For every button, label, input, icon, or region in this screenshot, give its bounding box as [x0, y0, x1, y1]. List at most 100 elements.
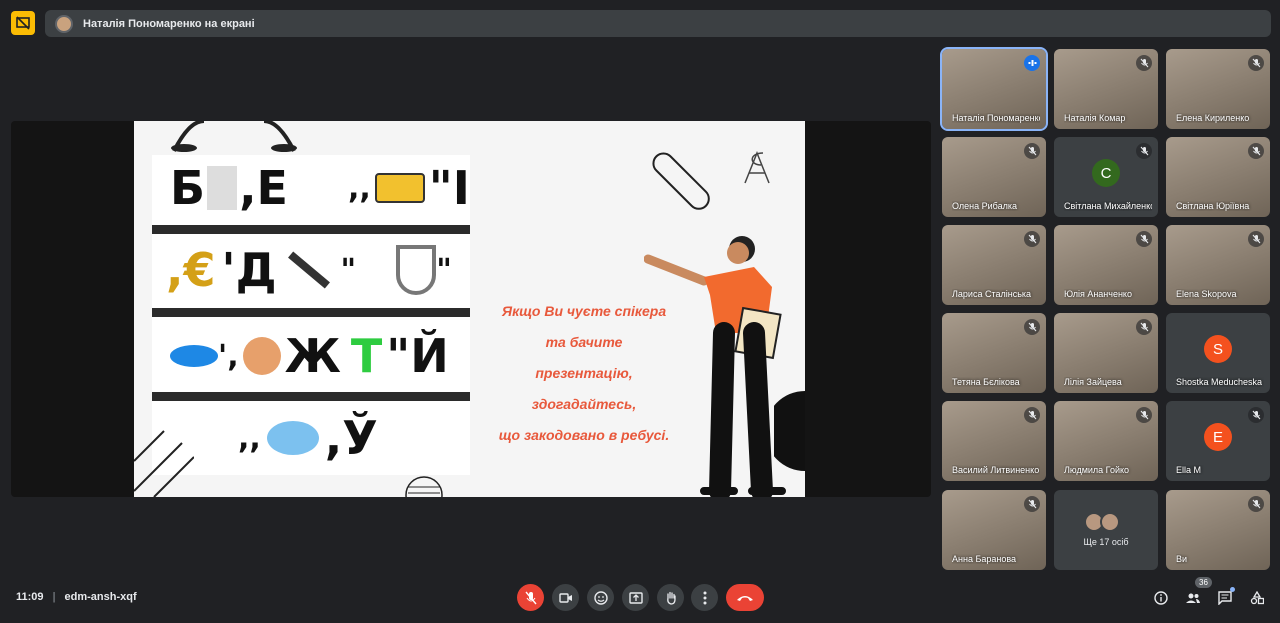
camera-button[interactable] — [552, 584, 579, 611]
participant-tile[interactable]: Наталія Комар — [1054, 49, 1158, 129]
rebus-symbol: ,€ — [166, 243, 216, 297]
rebus-row: ,€ 'Д " " — [152, 237, 470, 303]
avatar — [1100, 512, 1120, 532]
presentation-icon[interactable] — [11, 11, 35, 35]
participant-initial-avatar: E — [1204, 423, 1232, 451]
rebus-letter: Ж — [284, 329, 341, 383]
more-vert-icon — [703, 591, 706, 604]
stripes-decoration — [134, 430, 194, 497]
half-circle-decoration — [774, 391, 805, 471]
mic-off-icon — [524, 591, 537, 604]
present-now-button[interactable] — [622, 584, 649, 611]
reactions-button[interactable] — [587, 584, 614, 611]
more-options-button[interactable] — [691, 584, 718, 611]
participant-tile[interactable]: Анна Баранова — [942, 490, 1046, 570]
participant-tile[interactable]: Лариса Сталінська — [942, 225, 1046, 305]
rebus-puzzle: Б ,Е ,, "І ,€ 'Д " " ' , Ж Т "Й ,, ,Ў — [152, 155, 470, 475]
participant-initial-avatar: С — [1092, 159, 1120, 187]
themis-image — [207, 166, 238, 210]
participant-name: Елена Кириленко — [1176, 113, 1250, 123]
people-icon — [1186, 593, 1200, 603]
mic-muted-icon — [1248, 231, 1264, 247]
participant-tile[interactable]: Василий Литвиненко — [942, 401, 1046, 481]
presenting-text: Наталія Пономаренко на екрані — [83, 17, 255, 30]
more-participants-label: Ще 17 осіб — [1083, 537, 1129, 547]
rebus-separator — [152, 308, 470, 317]
mic-muted-icon — [1024, 496, 1040, 512]
participant-name: Анна Баранова — [952, 554, 1017, 564]
bus-image — [374, 173, 425, 203]
camera-icon — [558, 592, 572, 603]
mic-muted-icon — [1024, 231, 1040, 247]
anchor-image — [396, 245, 437, 295]
rebus-symbol: ,, — [238, 420, 261, 456]
participant-tile[interactable]: Юлія Ананченко — [1054, 225, 1158, 305]
participant-name: Олена Рибалка — [952, 201, 1018, 211]
participant-initial-avatar: S — [1204, 335, 1232, 363]
participant-tile[interactable]: E Ella M — [1166, 401, 1270, 481]
mic-muted-icon — [1248, 407, 1264, 423]
participant-tile[interactable]: Олена Рибалка — [942, 137, 1046, 217]
participant-name: Shostka Meducheska — [1176, 377, 1263, 387]
bottom-bar: 11:09 | edm-ansh-xqf 36 — [0, 575, 1280, 623]
rebus-row: ,, ,Ў — [152, 405, 470, 471]
mic-muted-icon — [1024, 407, 1040, 423]
rebus-letter: 'Д — [221, 243, 277, 297]
participant-tile[interactable]: Ви — [1166, 490, 1270, 570]
participant-tile[interactable]: Світлана Юріївна — [1166, 137, 1270, 217]
raise-hand-button[interactable] — [657, 584, 684, 611]
leave-call-button[interactable] — [726, 584, 764, 611]
participant-name: Людмила Гойко — [1064, 465, 1130, 475]
rebus-symbol: " — [436, 252, 452, 288]
participant-tile[interactable]: Ще 17 осіб — [1054, 490, 1158, 570]
meeting-code: edm-ansh-xqf — [64, 591, 137, 603]
rebus-separator — [152, 392, 470, 401]
participant-name: Elena Skopova — [1176, 289, 1237, 299]
participant-tile[interactable]: Елена Кириленко — [1166, 49, 1270, 129]
participant-tile[interactable]: Наталія Пономаренко — [940, 47, 1048, 131]
mic-muted-icon — [1136, 231, 1152, 247]
mic-muted-icon — [1136, 319, 1152, 335]
participant-grid: Наталія Пономаренко Наталія Комар Елена Ки… — [940, 47, 1272, 572]
participant-tile[interactable]: С Світлана Михайленко — [1054, 137, 1158, 217]
rebus-row: Б ,Е ,, "І — [152, 155, 470, 221]
chat-button[interactable] — [1215, 587, 1235, 608]
meeting-info[interactable]: 11:09 | edm-ansh-xqf — [16, 591, 137, 603]
participant-name: Лариса Сталінська — [952, 289, 1032, 299]
participant-tile[interactable]: Лілія Зайцева — [1054, 313, 1158, 393]
participant-name: Світлана Юріївна — [1176, 201, 1250, 211]
rebus-letter: ,Е — [239, 161, 288, 215]
mic-muted-icon — [1024, 319, 1040, 335]
participant-name: Юлія Ананченко — [1064, 289, 1132, 299]
participant-name: Тетяна Бєлікова — [952, 377, 1020, 387]
participant-name: Наталія Пономаренко — [952, 113, 1040, 123]
presentation-stage: Б ,Е ,, "І ,€ 'Д " " ' , Ж Т "Й ,, ,Ў Як… — [11, 121, 931, 497]
logo-monogram — [744, 150, 770, 184]
rebus-symbol: , — [227, 338, 239, 374]
activities-button[interactable] — [1247, 588, 1267, 608]
top-bar: Наталія Пономаренко на екрані — [0, 0, 1280, 48]
participant-tile[interactable]: Людмила Гойко — [1054, 401, 1158, 481]
rebus-letter: ,Ў — [324, 411, 378, 465]
people-button[interactable] — [1183, 588, 1203, 608]
mic-off-button[interactable] — [517, 584, 544, 611]
rebus-letter: Б — [170, 161, 206, 215]
mic-muted-icon — [1136, 143, 1152, 159]
presenting-banner: Наталія Пономаренко на екрані — [45, 10, 1271, 37]
clock-time: 11:09 — [16, 591, 44, 603]
mic-muted-icon — [1248, 55, 1264, 71]
participant-name: Світлана Михайленко — [1064, 201, 1152, 211]
rebus-symbol: ' — [218, 338, 228, 374]
meeting-details-button[interactable] — [1151, 588, 1171, 608]
fist-image — [242, 337, 281, 375]
circle-decoration — [405, 476, 443, 497]
rebus-symbol: " — [340, 252, 357, 288]
present-screen-icon — [628, 591, 643, 604]
activities-icon — [1250, 591, 1264, 605]
mic-muted-icon — [1136, 407, 1152, 423]
participant-tile[interactable]: Elena Skopova — [1166, 225, 1270, 305]
participant-name: Василий Литвиненко — [952, 465, 1040, 475]
rebus-letter: "Й — [386, 329, 449, 383]
participant-tile[interactable]: S Shostka Meducheska — [1166, 313, 1270, 393]
participant-tile[interactable]: Тетяна Бєлікова — [942, 313, 1046, 393]
